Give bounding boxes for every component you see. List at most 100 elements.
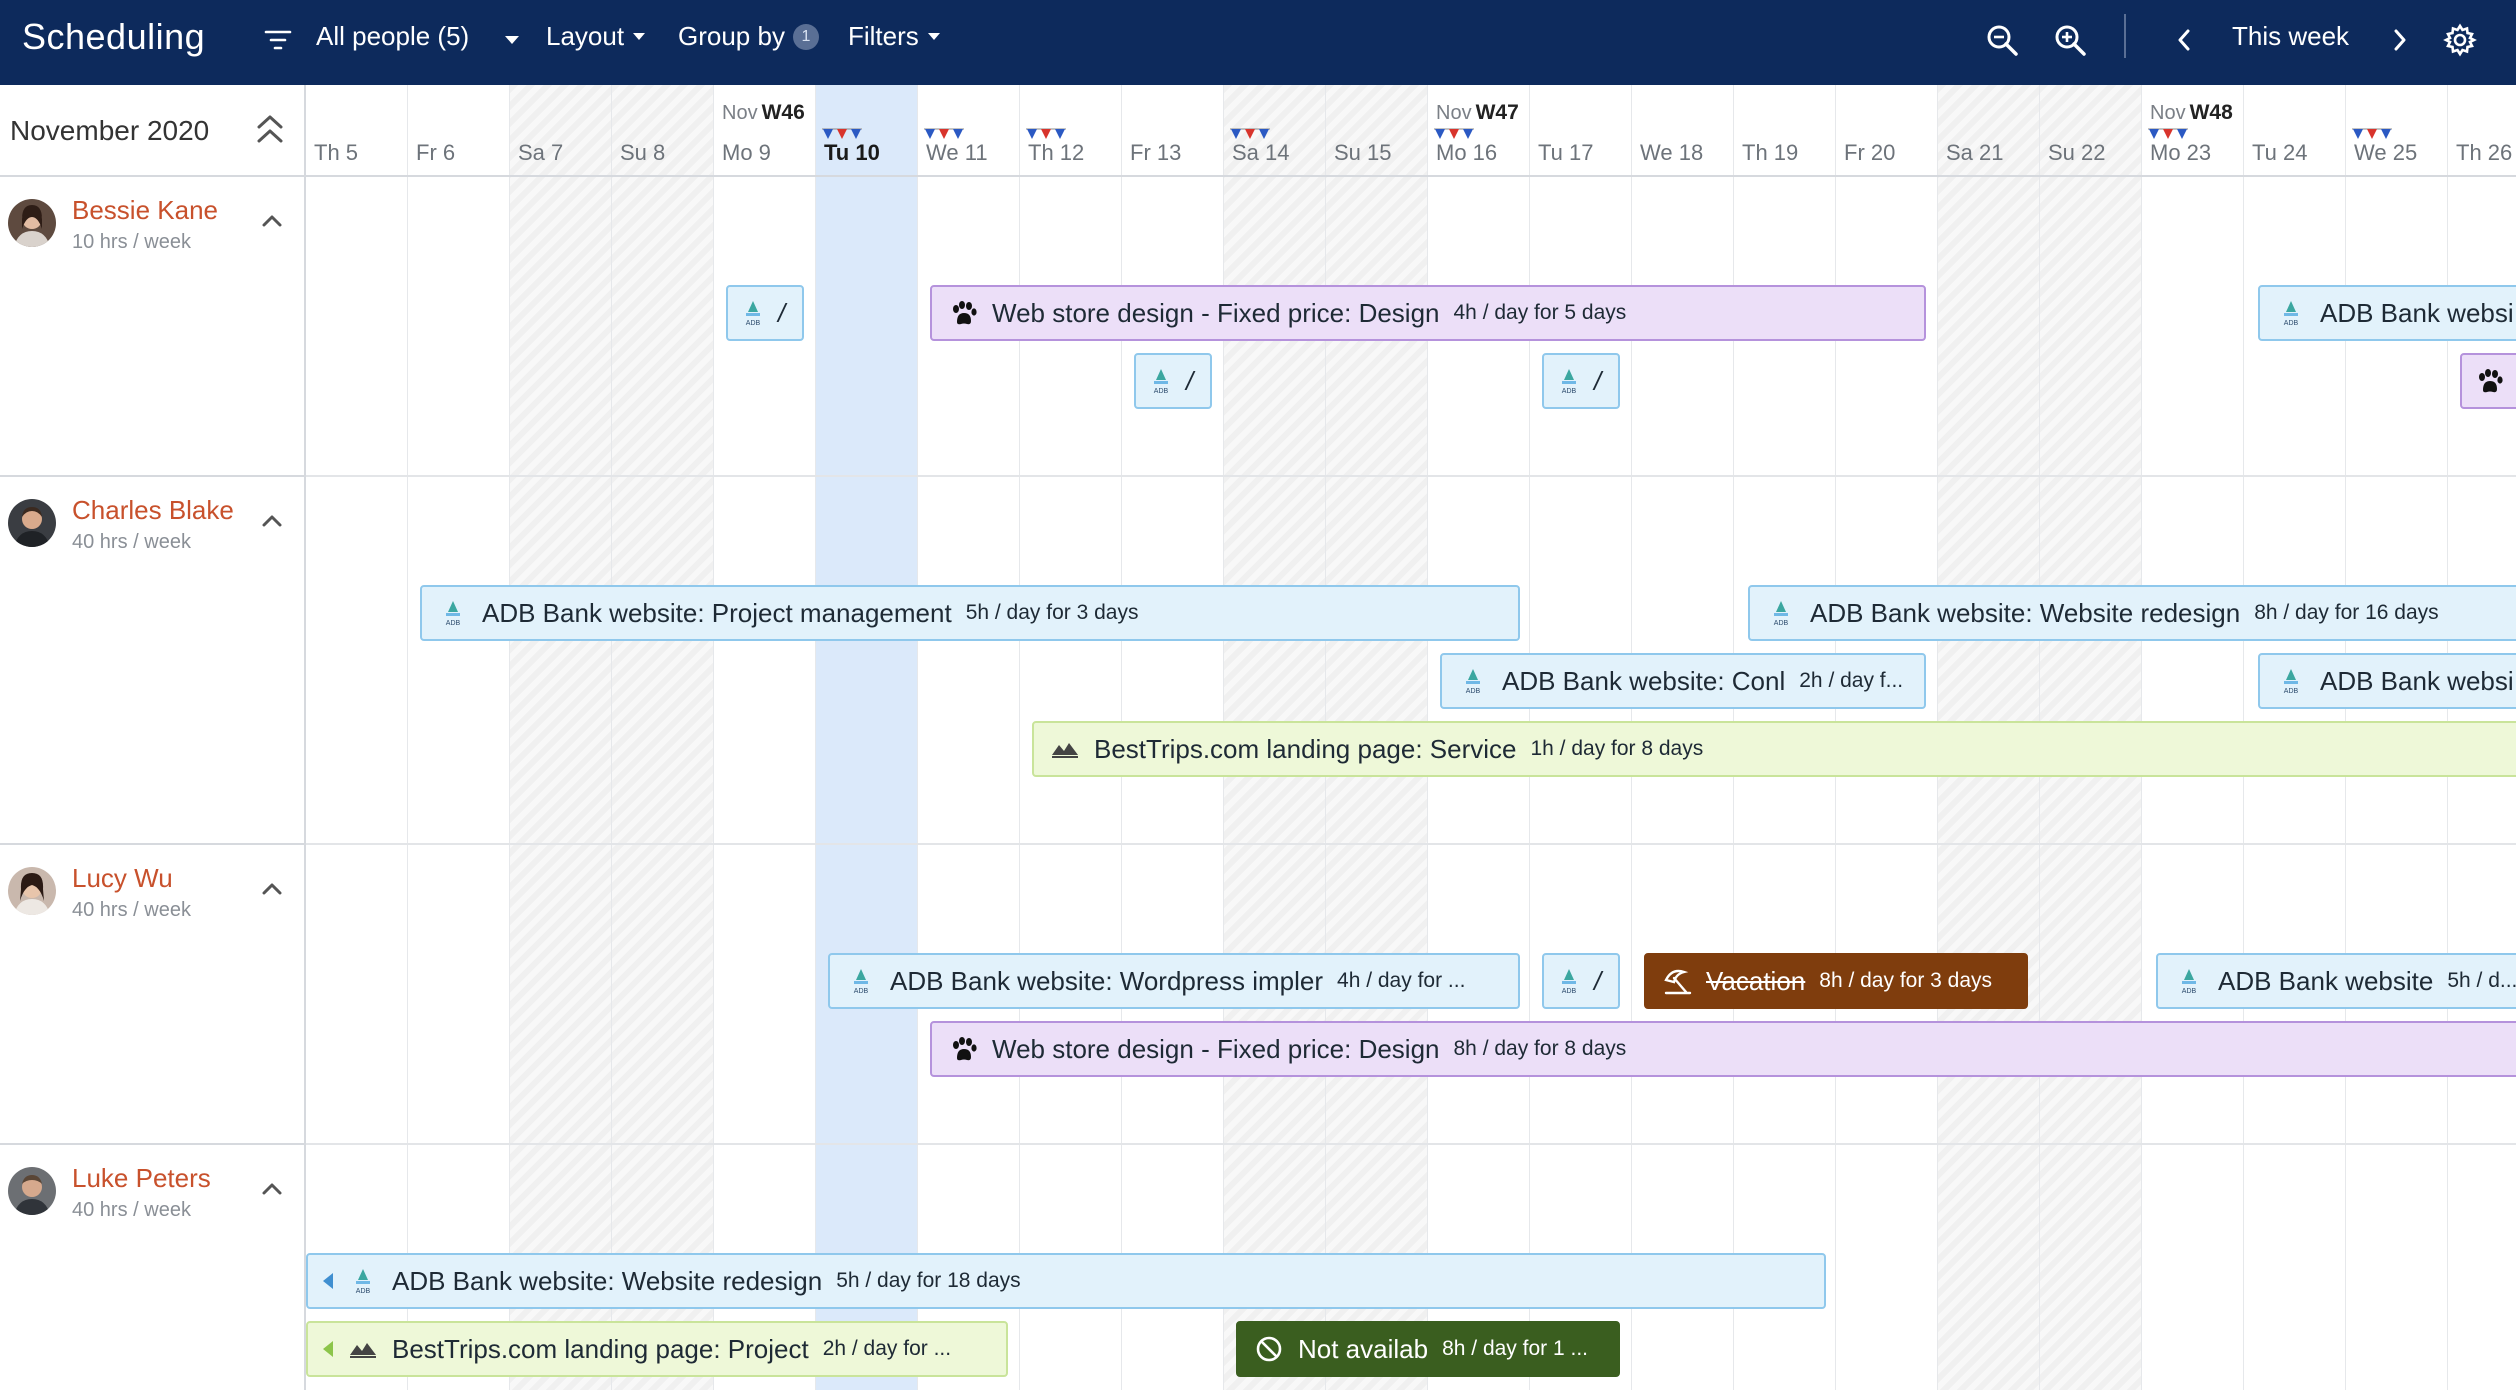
group-by-dropdown[interactable]: Group by 1 bbox=[678, 21, 819, 52]
zoom-in-icon[interactable] bbox=[2048, 18, 2092, 62]
adb-bank-logo-icon: ADB bbox=[2274, 664, 2308, 698]
day-label-today: Tu 10 bbox=[824, 140, 880, 165]
filter-lines-icon[interactable] bbox=[256, 18, 300, 62]
people-filter-dropdown[interactable]: All people (5) bbox=[316, 21, 469, 52]
avatar bbox=[8, 1167, 56, 1215]
chevron-right-icon[interactable] bbox=[2378, 18, 2422, 62]
svg-text:ADB: ADB bbox=[2284, 688, 2299, 695]
person-hours: 40 hrs / week bbox=[72, 1199, 191, 1221]
assignment-title: ADB Bank website: Wordpress impler bbox=[890, 965, 1324, 996]
assignment-title: / bbox=[1594, 365, 1602, 396]
assignment-bar-adb[interactable]: ADB ADB Bank website: Wordpress impler 4… bbox=[828, 953, 1520, 1009]
avatar bbox=[8, 867, 56, 915]
person-row-bessie-kane: Bessie Kane 10 hrs / week bbox=[0, 177, 304, 477]
time-off-bar-not-available[interactable]: Not availab 8h / day for 1 ... bbox=[1236, 1321, 1620, 1377]
gear-icon[interactable] bbox=[2438, 18, 2482, 62]
avatar bbox=[8, 499, 56, 547]
day-label: Tu 24 bbox=[2252, 140, 2308, 165]
chevron-up-icon[interactable] bbox=[258, 1175, 286, 1203]
paw-icon bbox=[2472, 364, 2506, 398]
assignment-bar-adb[interactable]: ADB / bbox=[1134, 353, 1212, 409]
person-hours: 40 hrs / week bbox=[72, 531, 191, 553]
chevron-up-icon[interactable] bbox=[258, 507, 286, 535]
adb-bank-logo-icon: ADB bbox=[1552, 364, 1586, 398]
avatar bbox=[8, 199, 56, 247]
day-column-today[interactable] bbox=[816, 85, 918, 1390]
svg-text:ADB: ADB bbox=[356, 1288, 371, 1295]
day-label: Th 12 bbox=[1028, 140, 1085, 165]
people-filter-chevron-down-icon[interactable] bbox=[490, 18, 534, 62]
assignment-title: ADB Bank website bbox=[2218, 965, 2434, 996]
assignment-bar-besttrips[interactable]: BestTrips.com landing page: Project 2h /… bbox=[306, 1321, 1008, 1377]
person-name[interactable]: Luke Peters bbox=[72, 1163, 211, 1194]
assignment-bar-adb[interactable]: ADB / bbox=[726, 285, 804, 341]
assignment-bar-adb[interactable]: ADB ADB Bank website: Conl 2h / day f... bbox=[1440, 653, 1926, 709]
assignment-detail: 4h / day for ... bbox=[1337, 969, 1466, 992]
row-separator bbox=[306, 1143, 2516, 1145]
chevron-up-icon[interactable] bbox=[258, 207, 286, 235]
assignment-bar-adb[interactable]: ADB ADB Bank website: Project management… bbox=[420, 585, 1520, 641]
row-separator bbox=[306, 475, 2516, 477]
assignment-title: / bbox=[1594, 965, 1602, 996]
assignment-bar-adb[interactable]: ADB ADB Bank website: Website redesign 8… bbox=[1748, 585, 2516, 641]
assignment-bar-adb[interactable]: ADB / bbox=[1542, 953, 1620, 1009]
assignment-detail: 8h / day for 1 ... bbox=[1442, 1337, 1588, 1360]
assignment-title: Vacation bbox=[1706, 965, 1806, 996]
day-label: Fr 6 bbox=[416, 140, 456, 165]
day-column[interactable] bbox=[714, 85, 816, 1390]
assignment-title: ADB Bank websi bbox=[2320, 665, 2514, 696]
day-column[interactable] bbox=[918, 85, 1020, 1390]
layout-chevron-down-icon bbox=[633, 33, 646, 40]
adb-bank-logo-icon: ADB bbox=[2274, 296, 2308, 330]
chevron-left-icon[interactable] bbox=[2162, 18, 2206, 62]
paw-icon bbox=[946, 1032, 980, 1066]
zoom-out-icon[interactable] bbox=[1980, 18, 2024, 62]
continues-left-arrow-icon bbox=[323, 1341, 333, 1357]
group-by-label: Group by bbox=[678, 21, 785, 51]
adb-bank-logo-icon: ADB bbox=[1764, 596, 1798, 630]
group-by-count-badge: 1 bbox=[792, 23, 819, 50]
assignment-bar-adb[interactable]: ADB ADB Bank websi bbox=[2258, 653, 2516, 709]
assignment-bar-web-store[interactable]: Web store design - Fixed price: Design 8… bbox=[930, 1021, 2516, 1077]
month-label: November 2020 bbox=[10, 115, 210, 146]
svg-text:ADB: ADB bbox=[1154, 388, 1169, 395]
assignment-bar-adb[interactable]: ADB ADB Bank website: Website redesign 5… bbox=[306, 1253, 1826, 1309]
person-hours: 10 hrs / week bbox=[72, 231, 191, 253]
schedule-grid: Nov W46 Nov W47 Nov W48 Th 5 Fr 6 Sa 7 Su 8… bbox=[306, 85, 2516, 1390]
assignment-title: ADB Bank website: Conl bbox=[1502, 665, 1786, 696]
day-column[interactable] bbox=[306, 85, 408, 1390]
chevron-up-icon[interactable] bbox=[258, 875, 286, 903]
app-title: Scheduling bbox=[22, 16, 206, 57]
assignment-title: / bbox=[1186, 365, 1194, 396]
assignment-bar-adb[interactable]: ADB / bbox=[1542, 353, 1620, 409]
day-label: We 25 bbox=[2354, 140, 2418, 165]
person-name[interactable]: Bessie Kane bbox=[72, 195, 218, 226]
week-label-w46: Nov W46 bbox=[722, 101, 805, 124]
day-label: Tu 17 bbox=[1538, 140, 1594, 165]
day-column-weekend[interactable] bbox=[510, 85, 612, 1390]
filters-dropdown[interactable]: Filters bbox=[848, 21, 941, 52]
person-row-charles-blake: Charles Blake 40 hrs / week bbox=[0, 477, 304, 845]
assignment-title: ADB Bank website: Website redesign bbox=[1810, 597, 2241, 628]
day-column[interactable] bbox=[408, 85, 510, 1390]
assignment-bar-besttrips[interactable]: BestTrips.com landing page: Service 1h /… bbox=[1032, 721, 2516, 777]
day-label: Fr 20 bbox=[1844, 140, 1896, 165]
holiday-flags-icon bbox=[1434, 128, 1474, 139]
this-week-button[interactable]: This week bbox=[2232, 21, 2349, 52]
collapse-all-icon[interactable] bbox=[254, 111, 286, 147]
layout-dropdown[interactable]: Layout bbox=[546, 21, 646, 52]
day-column-weekend[interactable] bbox=[612, 85, 714, 1390]
assignment-bar-web-store[interactable]: Web store design - Fixed price: Design 4… bbox=[930, 285, 1926, 341]
assignment-bar-adb[interactable]: ADB ADB Bank websi bbox=[2258, 285, 2516, 341]
assignment-bar-adb[interactable]: ADB ADB Bank website 5h / d... bbox=[2156, 953, 2516, 1009]
adb-bank-logo-icon: ADB bbox=[346, 1264, 380, 1298]
person-name[interactable]: Lucy Wu bbox=[72, 863, 173, 894]
time-off-bar-vacation[interactable]: Vacation 8h / day for 3 days bbox=[1644, 953, 2028, 1009]
person-name[interactable]: Charles Blake bbox=[72, 495, 234, 526]
adb-bank-logo-icon: ADB bbox=[2172, 964, 2206, 998]
assignment-bar-web-store[interactable] bbox=[2460, 353, 2516, 409]
day-label: Mo 16 bbox=[1436, 140, 1498, 165]
assignment-detail: 5h / d... bbox=[2447, 969, 2516, 992]
day-label: Su 8 bbox=[620, 140, 666, 165]
day-label: Fr 13 bbox=[1130, 140, 1182, 165]
